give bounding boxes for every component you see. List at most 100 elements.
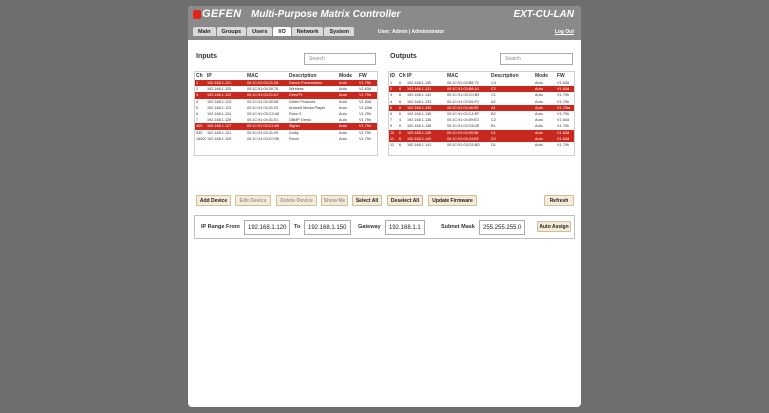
cell-ip-link[interactable]: 192.168.1.129 xyxy=(206,137,246,141)
cell-fw: V1.63d xyxy=(557,87,570,92)
cell-ip-link[interactable]: 192.168.1.135 xyxy=(406,112,446,116)
cell-ch: 6 xyxy=(399,93,402,98)
col-header-ch[interactable]: Ch xyxy=(398,73,406,79)
cell-description: D2 xyxy=(491,136,496,141)
gefen-logo: GEFEN xyxy=(202,8,242,20)
gateway-input[interactable]: 192.168.1.1 xyxy=(385,220,425,235)
inputs-panel: Inputs Search Ch IP MAC Description Mode… xyxy=(194,51,378,156)
cell-mac: 00:1C:91:03:D6:F2 xyxy=(447,99,480,104)
cell-mode: Auto xyxy=(535,93,543,98)
outputs-title: Outputs xyxy=(390,53,417,60)
cell-fw: V1.79h xyxy=(359,112,372,117)
cell-ip-link[interactable]: 192.168.1.123 xyxy=(206,100,246,104)
cell-mode: Auto xyxy=(535,136,543,141)
cell-fw: V1.63ta xyxy=(359,105,373,110)
deselect-all-button[interactable]: Deselect All xyxy=(387,195,423,206)
tab-system[interactable]: System xyxy=(324,27,355,36)
cell-mac: 00:1C:91:04:30:58 xyxy=(247,99,279,104)
cell-mode: Auto xyxy=(535,99,543,104)
tab-main[interactable]: Main xyxy=(193,27,216,36)
cell-ch: 6 xyxy=(399,142,402,147)
col-header-mac[interactable]: MAC xyxy=(446,73,490,79)
col-header-fw[interactable]: FW xyxy=(358,73,377,79)
ip-range-from-input[interactable]: 192.168.1.120 xyxy=(244,220,290,235)
col-header-description[interactable]: Description xyxy=(490,73,534,79)
cell-ip-link[interactable]: 192.168.1.130 xyxy=(406,81,446,85)
logout-link[interactable]: Log Out xyxy=(555,29,574,35)
inputs-search-input[interactable]: Search xyxy=(304,53,376,65)
cell-ip-link[interactable]: 192.168.1.140 xyxy=(406,137,446,141)
cell-mac: 00:1C:91:03:C6:BD xyxy=(447,142,480,147)
col-header-ip[interactable]: IP xyxy=(206,73,246,79)
main-tabs: Main Groups Users I/O Network System xyxy=(193,27,355,36)
col-header-description[interactable]: Description xyxy=(288,73,338,79)
cell-mode: Auto xyxy=(535,124,543,129)
subnet-mask-input[interactable]: 255.255.255.0 xyxy=(479,220,525,235)
cell-fw: V1.79h xyxy=(557,112,570,117)
col-header-id[interactable]: ID xyxy=(389,73,398,79)
cell-ip-link[interactable]: 192.168.1.126 xyxy=(206,118,246,122)
col-header-fw[interactable]: FW xyxy=(556,73,574,79)
cell-ch: 6 xyxy=(399,87,402,92)
cell-mode: Auto xyxy=(339,99,347,104)
cell-description: Gefen Products xyxy=(289,99,316,104)
cell-ch: 6 xyxy=(399,136,402,141)
gefen-logo-icon xyxy=(193,10,201,19)
cell-ip-link[interactable]: 192.168.1.121 xyxy=(206,131,246,135)
col-header-mode[interactable]: Mode xyxy=(534,73,556,79)
update-firmware-button[interactable]: Update Firmware xyxy=(428,195,477,206)
cell-mac: 00:1C:91:03:B8:A1 xyxy=(447,87,480,92)
cell-ch: 4 xyxy=(196,99,199,104)
cell-ch: 6 xyxy=(399,124,402,129)
select-all-button[interactable]: Select All xyxy=(352,195,382,206)
cell-ch: 400 xyxy=(196,124,203,129)
cell-description: B1 xyxy=(491,124,496,129)
table-row[interactable]: 15000 192.168.1.129 00:1C:91:03:C0:98 Ronin… xyxy=(195,136,377,142)
cell-ip-link[interactable]: 192.168.1.136 xyxy=(406,118,446,122)
tab-users[interactable]: Users xyxy=(247,27,273,36)
add-device-button[interactable]: Add Device xyxy=(196,195,231,206)
cell-ip-link[interactable]: 192.168.1.139 xyxy=(406,131,446,135)
table-row[interactable]: 12 6 192.168.1.141 00:1C:91:03:C6:BD D1 Auto V… xyxy=(389,142,574,148)
cell-ip-link[interactable]: 192.168.1.131 xyxy=(406,87,446,91)
cell-id: 6 xyxy=(390,112,393,117)
cell-ip-link[interactable]: 192.168.1.133 xyxy=(406,100,446,104)
edit-device-button[interactable]: Edit Device xyxy=(235,195,271,206)
tab-network[interactable]: Network xyxy=(291,27,324,36)
col-header-ip[interactable]: IP xyxy=(406,73,446,79)
show-me-button[interactable]: Show Me xyxy=(321,195,348,206)
refresh-button[interactable]: Refresh xyxy=(544,195,574,206)
cell-mac: 00:1C:91:03:C2:48 xyxy=(247,112,279,117)
cell-ip-link[interactable]: 192.168.1.141 xyxy=(406,143,446,147)
cell-ip-link[interactable]: 192.168.1.138 xyxy=(406,124,446,128)
cell-mac: 00:1C:91:03:C2:68 xyxy=(247,124,279,129)
cell-description: DirecTV xyxy=(289,93,303,98)
cell-mode: Auto xyxy=(535,112,543,117)
cell-id: 1 xyxy=(390,81,393,86)
auto-assign-button[interactable]: Auto Assign xyxy=(537,221,571,232)
outputs-search-input[interactable]: Search xyxy=(500,53,573,65)
cell-ip-link[interactable]: 192.168.1.122 xyxy=(206,93,246,97)
tab-groups[interactable]: Groups xyxy=(216,27,247,36)
tab-io[interactable]: I/O xyxy=(273,27,291,36)
cell-mode: Auto xyxy=(339,136,347,141)
cell-ip-link[interactable]: 192.168.1.121 xyxy=(206,81,246,85)
cell-description: DBMP Demo xyxy=(289,118,312,123)
cell-mac: 00:1C:91:03:21:A7 xyxy=(247,93,279,98)
cell-ip-link[interactable]: 192.168.1.127 xyxy=(206,124,246,128)
cell-ip-link[interactable]: 192.168.1.124 xyxy=(206,112,246,116)
cell-id: 7 xyxy=(390,118,393,123)
cell-mac: 00:1C:91:04:31:01 xyxy=(247,118,279,123)
delete-device-button[interactable]: Delete Device xyxy=(276,195,317,206)
cell-id: 9 xyxy=(390,124,393,129)
cell-ip-link[interactable]: 192.168.1.123 xyxy=(206,106,246,110)
subnet-mask-label: Subnet Mask xyxy=(441,224,475,230)
cell-ip-link[interactable]: 192.168.1.120 xyxy=(206,87,246,91)
col-header-mode[interactable]: Mode xyxy=(338,73,358,79)
col-header-ch[interactable]: Ch xyxy=(195,73,206,79)
col-header-mac[interactable]: MAC xyxy=(246,73,288,79)
device-toolbar: Add Device Edit Device Delete Device Sho… xyxy=(196,195,575,207)
cell-ip-link[interactable]: 192.168.1.132 xyxy=(406,93,446,97)
ip-range-to-input[interactable]: 192.168.1.150 xyxy=(304,220,351,235)
cell-ip-link[interactable]: 192.168.1.134 xyxy=(406,106,446,110)
